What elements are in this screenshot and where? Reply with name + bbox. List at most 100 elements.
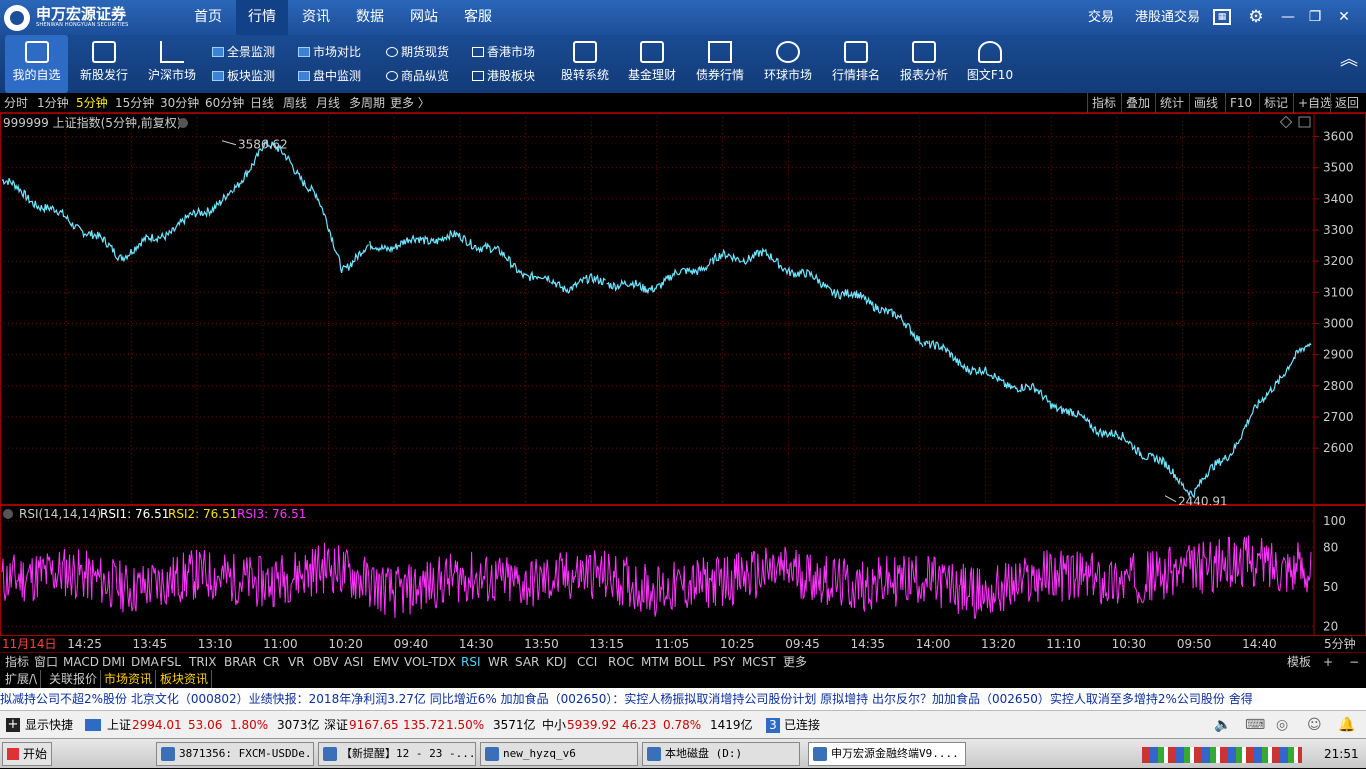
- toolbar-futures-spot[interactable]: 期货现货: [386, 41, 449, 63]
- rsi-chart[interactable]: 100 80 50 20 RSI(14,14,14)RSI1: 76.51RSI2: 7…: [0, 505, 1366, 636]
- tab-market[interactable]: 行情: [236, 0, 288, 35]
- tool-6[interactable]: 标记: [1259, 93, 1292, 113]
- tab-data[interactable]: 数据: [344, 0, 396, 35]
- indicator-24[interactable]: MCST: [739, 654, 779, 670]
- toolbar-my-watchlist[interactable]: 我的自选: [5, 35, 68, 93]
- shortcut-toggle[interactable]: 显示快捷: [25, 711, 73, 739]
- taskbar-item-fxcm[interactable]: 3871356: FXCM-USDDe...: [156, 742, 314, 766]
- indicator-13[interactable]: EMV: [370, 654, 402, 670]
- toolbar-commodity-overview[interactable]: 商品纵览: [386, 65, 449, 87]
- bell-icon[interactable]: 🔔: [1338, 711, 1355, 739]
- period-4[interactable]: 15分钟: [115, 93, 154, 113]
- indicator-3[interactable]: MACD: [60, 654, 102, 670]
- settings-gear-icon[interactable]: ⚙: [1246, 8, 1266, 26]
- toolbar-sector-monitor[interactable]: 板块监测: [212, 65, 275, 87]
- toolbar-market-compare[interactable]: 市场对比: [298, 41, 361, 63]
- close-icon[interactable]: ✕: [1334, 8, 1354, 26]
- indicator-7[interactable]: TRIX: [186, 654, 219, 670]
- indbar-right-3[interactable]: −: [1346, 654, 1362, 670]
- toolbar-neeq[interactable]: 股转系统: [553, 35, 617, 93]
- toolbar-ranking[interactable]: 行情排名: [824, 35, 888, 93]
- indicator-22[interactable]: BOLL: [671, 654, 708, 670]
- indicator-1[interactable]: 指标: [2, 654, 32, 670]
- period-7[interactable]: 日线: [250, 93, 274, 113]
- tab-service[interactable]: 客服: [452, 0, 504, 35]
- period-10[interactable]: 多周期: [349, 93, 385, 113]
- indicator-23[interactable]: PSY: [710, 654, 738, 670]
- indicator-25[interactable]: 更多: [780, 654, 810, 670]
- indicator-18[interactable]: KDJ: [543, 654, 570, 670]
- toolbar-panorama-monitor[interactable]: 全景监测: [212, 41, 275, 63]
- toolbar-reports[interactable]: 报表分析: [892, 35, 956, 93]
- plus-icon[interactable]: +: [6, 718, 20, 732]
- trade-link[interactable]: 交易: [1088, 0, 1114, 35]
- indicator-6[interactable]: FSL: [157, 654, 184, 670]
- period-6[interactable]: 60分钟: [205, 93, 244, 113]
- rsi-dropdown-icon[interactable]: [3, 509, 13, 519]
- taskbar-item-disk[interactable]: 本地磁盘 (D:): [642, 742, 800, 766]
- toolbar-f10[interactable]: 图文F10: [960, 35, 1020, 93]
- toolbar-shsz-market[interactable]: 沪深市场: [140, 35, 204, 93]
- tab-news[interactable]: 资讯: [290, 0, 342, 35]
- tab-home[interactable]: 首页: [182, 0, 234, 35]
- period-11[interactable]: 更多 〉: [390, 93, 430, 113]
- toolbar-bonds[interactable]: 债券行情: [688, 35, 752, 93]
- toolbar-fund[interactable]: 基金理财: [620, 35, 684, 93]
- taskbar-item-reminder[interactable]: 【新提醒】12 - 23 -...: [318, 742, 476, 766]
- indicator-17[interactable]: SAR: [512, 654, 542, 670]
- restore-icon[interactable]: ❐: [1305, 8, 1325, 26]
- indbar-right-1[interactable]: 模板: [1284, 654, 1314, 670]
- user-icon[interactable]: ☺: [1307, 711, 1322, 739]
- tab-expand[interactable]: 扩展/\: [2, 670, 42, 688]
- period-3[interactable]: 5分钟: [76, 93, 108, 113]
- layout-icon[interactable]: ▦: [1213, 9, 1231, 25]
- indicator-12[interactable]: ASI: [341, 654, 366, 670]
- indicator-15[interactable]: RSI: [458, 654, 484, 670]
- tool-1[interactable]: 指标: [1087, 93, 1120, 113]
- keyboard-icon[interactable]: ⌨: [1245, 711, 1265, 739]
- period-2[interactable]: 1分钟: [37, 93, 69, 113]
- title-dropdown-icon[interactable]: [178, 118, 188, 128]
- period-1[interactable]: 分时: [4, 93, 28, 113]
- indicator-2[interactable]: 窗口: [31, 654, 61, 670]
- indicator-9[interactable]: CR: [260, 654, 283, 670]
- indicator-11[interactable]: OBV: [310, 654, 342, 670]
- collapse-chevron-icon[interactable]: ︽: [1340, 51, 1358, 69]
- tool-3[interactable]: 统计: [1155, 93, 1188, 113]
- indicator-21[interactable]: MTM: [638, 654, 672, 670]
- indicator-4[interactable]: DMI: [99, 654, 128, 670]
- tab-related-quotes[interactable]: 关联报价: [46, 670, 102, 688]
- toolbar-ipo[interactable]: 新股发行: [72, 35, 136, 93]
- toolbar-hk-market[interactable]: 香港市场: [472, 41, 535, 63]
- indicator-19[interactable]: CCI: [574, 654, 600, 670]
- tab-market-news[interactable]: 市场资讯: [101, 670, 157, 688]
- period-5[interactable]: 30分钟: [160, 93, 199, 113]
- tool-4[interactable]: 画线: [1189, 93, 1222, 113]
- tool-8[interactable]: 返回: [1330, 93, 1363, 113]
- indicator-16[interactable]: WR: [485, 654, 511, 670]
- hk-trade-link[interactable]: 港股通交易: [1135, 0, 1200, 35]
- news-ticker[interactable]: 拟减持公司不超2%股份 北京文化（000802）业绩快报：2018年净利润3.2…: [0, 688, 1366, 710]
- price-chart[interactable]: 3600 3500 3400 3300 3200 3100 3000 2900 2800 2700…: [0, 113, 1366, 505]
- indbar-right-2[interactable]: +: [1320, 654, 1336, 670]
- tab-sector-news[interactable]: 板块资讯: [157, 670, 213, 688]
- headset-icon[interactable]: ◎: [1276, 711, 1288, 739]
- system-tray-icons[interactable]: [1142, 747, 1302, 763]
- tool-5[interactable]: F10: [1225, 93, 1256, 113]
- taskbar-item-terminal[interactable]: 申万宏源金融终端V9....: [808, 742, 966, 766]
- taskbar-item-folder[interactable]: new_hyzq_v6: [480, 742, 638, 766]
- period-8[interactable]: 周线: [283, 93, 307, 113]
- tool-2[interactable]: 叠加: [1121, 93, 1154, 113]
- toolbar-intraday-monitor[interactable]: 盘中监测: [298, 65, 361, 87]
- indicator-20[interactable]: ROC: [605, 654, 637, 670]
- indicator-8[interactable]: BRAR: [221, 654, 260, 670]
- tab-website[interactable]: 网站: [398, 0, 450, 35]
- volume-icon[interactable]: 🔈: [1214, 711, 1231, 739]
- start-button[interactable]: 开始: [2, 742, 52, 766]
- toolbar-hk-sectors[interactable]: 港股板块: [472, 65, 535, 87]
- indicator-10[interactable]: VR: [285, 654, 308, 670]
- period-9[interactable]: 月线: [316, 93, 340, 113]
- indicator-14[interactable]: VOL-TDX: [401, 654, 459, 670]
- toolbar-global[interactable]: 环球市场: [756, 35, 820, 93]
- minimize-icon[interactable]: —: [1278, 8, 1298, 26]
